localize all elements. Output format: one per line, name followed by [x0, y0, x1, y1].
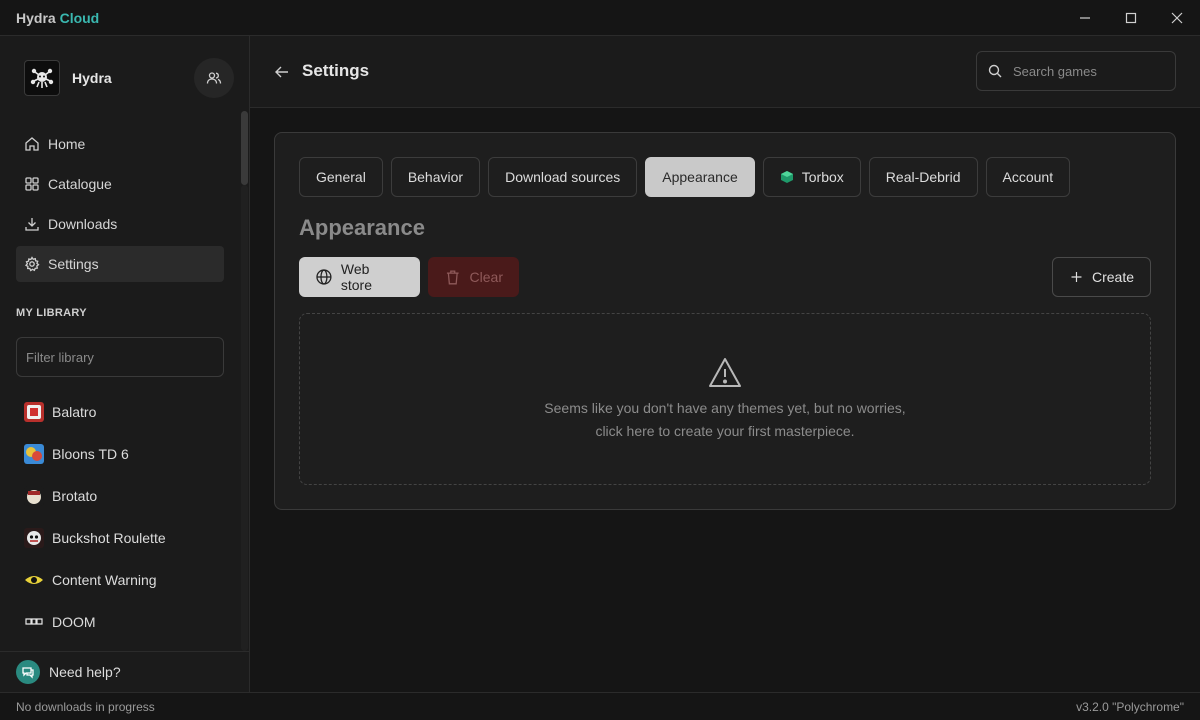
sidebar-item-label: Catalogue [48, 176, 112, 192]
filter-library-input[interactable] [16, 337, 224, 377]
app-title-accent: Cloud [59, 9, 100, 26]
tab-label: Behavior [407, 169, 464, 185]
app-title-primary: Hydra [16, 9, 56, 26]
library-item-name: Content Warning [52, 572, 157, 588]
profile-name: Hydra [72, 70, 112, 86]
main-content: General Behavior Download sources Appear… [250, 109, 1200, 692]
sidebar-item-label: Downloads [48, 216, 118, 232]
tab-account[interactable]: Account [985, 157, 1071, 197]
library-item[interactable]: Balatro [16, 391, 236, 433]
buckshot-roulette-icon [24, 528, 44, 548]
sidebar-item-settings[interactable]: Settings [16, 246, 224, 282]
title-bar: Hydra Cloud [0, 0, 1200, 36]
sidebar-item-label: Home [48, 136, 86, 152]
library-section-label: MY LIBRARY [16, 307, 87, 319]
sidebar: Hydra Home Catalogue Downloads Settings [0, 36, 250, 692]
hydra-logo-icon [30, 68, 54, 88]
doom-icon [24, 612, 44, 632]
gear-icon [24, 256, 40, 272]
library-item-name: Balatro [52, 404, 97, 420]
library-item-name: DOOM [52, 614, 96, 630]
clear-label: Clear [469, 269, 503, 285]
create-theme-button[interactable]: Create [1052, 257, 1151, 297]
settings-panel: General Behavior Download sources Appear… [274, 132, 1176, 510]
minimize-icon [1080, 17, 1090, 19]
library-item[interactable]: Bloons TD 6 [16, 433, 236, 475]
sidebar-item-catalogue[interactable]: Catalogue [16, 166, 224, 202]
download-icon [25, 218, 39, 231]
tab-label: Account [1002, 169, 1054, 185]
avatar [24, 60, 60, 96]
create-label: Create [1091, 269, 1134, 285]
globe-icon [316, 269, 332, 285]
sidebar-item-home[interactable]: Home [16, 126, 224, 162]
maximize-button[interactable] [1108, 0, 1154, 36]
empty-message-line-1: Seems like you don't have any themes yet… [544, 400, 906, 416]
clear-button[interactable]: Clear [428, 257, 519, 297]
tab-label: Torbox [801, 169, 844, 185]
status-bar: No downloads in progress v3.2.0 "Polychr… [0, 692, 1200, 720]
home-icon [25, 137, 39, 151]
tab-label: General [316, 169, 366, 185]
close-icon [1171, 12, 1183, 24]
sidebar-item-downloads[interactable]: Downloads [16, 206, 224, 242]
help-link[interactable]: Need help? [0, 651, 249, 692]
window-controls [1062, 0, 1200, 36]
arrow-left-icon [275, 66, 288, 78]
bloons-icon [24, 444, 44, 464]
back-button[interactable] [272, 62, 292, 82]
sidebar-item-label: Settings [48, 256, 99, 272]
empty-message-line-2: click here to create your first masterpi… [595, 423, 855, 439]
web-store-label: Web store [340, 261, 372, 293]
plus-icon [1071, 272, 1082, 282]
grid-icon [25, 177, 39, 191]
minimize-button[interactable] [1062, 0, 1108, 36]
tab-appearance[interactable]: Appearance [645, 157, 755, 197]
tab-download-sources[interactable]: Download sources [488, 157, 638, 197]
users-icon [206, 72, 222, 84]
empty-themes-placeholder[interactable]: Seems like you don't have any themes yet… [299, 313, 1151, 485]
balatro-icon [24, 402, 44, 422]
version-label: v3.2.0 "Polychrome" [1076, 699, 1184, 714]
tab-real-debrid[interactable]: Real-Debrid [868, 157, 978, 197]
tab-torbox[interactable]: Torbox [762, 157, 861, 197]
tab-label: Real-Debrid [885, 169, 961, 185]
maximize-icon [1125, 12, 1137, 24]
help-label: Need help? [49, 664, 121, 680]
sidebar-scrollbar-thumb[interactable] [241, 111, 248, 185]
library-item-name: Brotato [52, 488, 98, 504]
torbox-icon [780, 171, 793, 183]
tab-general[interactable]: General [299, 157, 383, 197]
web-store-button[interactable]: Web store [299, 257, 420, 297]
search-box[interactable] [976, 51, 1176, 91]
search-input[interactable] [1013, 63, 1163, 79]
app-title: Hydra Cloud [16, 10, 99, 26]
tab-label: Download sources [505, 169, 621, 185]
content-warning-icon [24, 570, 44, 590]
library-item[interactable]: Buckshot Roulette [16, 517, 236, 559]
sidebar-nav: Home Catalogue Downloads Settings [16, 126, 224, 286]
warning-icon [709, 358, 741, 387]
library-item[interactable]: Content Warning [16, 559, 236, 601]
page-title: Settings [302, 61, 370, 80]
library-list: Balatro Bloons TD 6 Brotato Buckshot Rou… [16, 391, 236, 643]
library-item-name: Bloons TD 6 [52, 446, 129, 462]
download-status: No downloads in progress [16, 699, 155, 714]
page-header: Settings [250, 36, 1200, 108]
sidebar-scrollbar-track[interactable] [241, 185, 248, 651]
settings-tabs: General Behavior Download sources Appear… [299, 157, 1078, 197]
tab-behavior[interactable]: Behavior [390, 157, 481, 197]
chat-help-icon [16, 660, 40, 684]
library-item[interactable]: Brotato [16, 475, 236, 517]
brotato-icon [24, 486, 44, 506]
search-icon [988, 64, 1002, 78]
profile-section[interactable]: Hydra [16, 52, 234, 104]
tab-label: Appearance [662, 169, 738, 185]
close-button[interactable] [1154, 0, 1200, 36]
library-item[interactable]: DOOM [16, 601, 236, 643]
friends-button[interactable] [194, 58, 234, 98]
trash-icon [446, 270, 459, 285]
library-item-name: Buckshot Roulette [52, 530, 166, 546]
section-title: Appearance [299, 215, 425, 240]
